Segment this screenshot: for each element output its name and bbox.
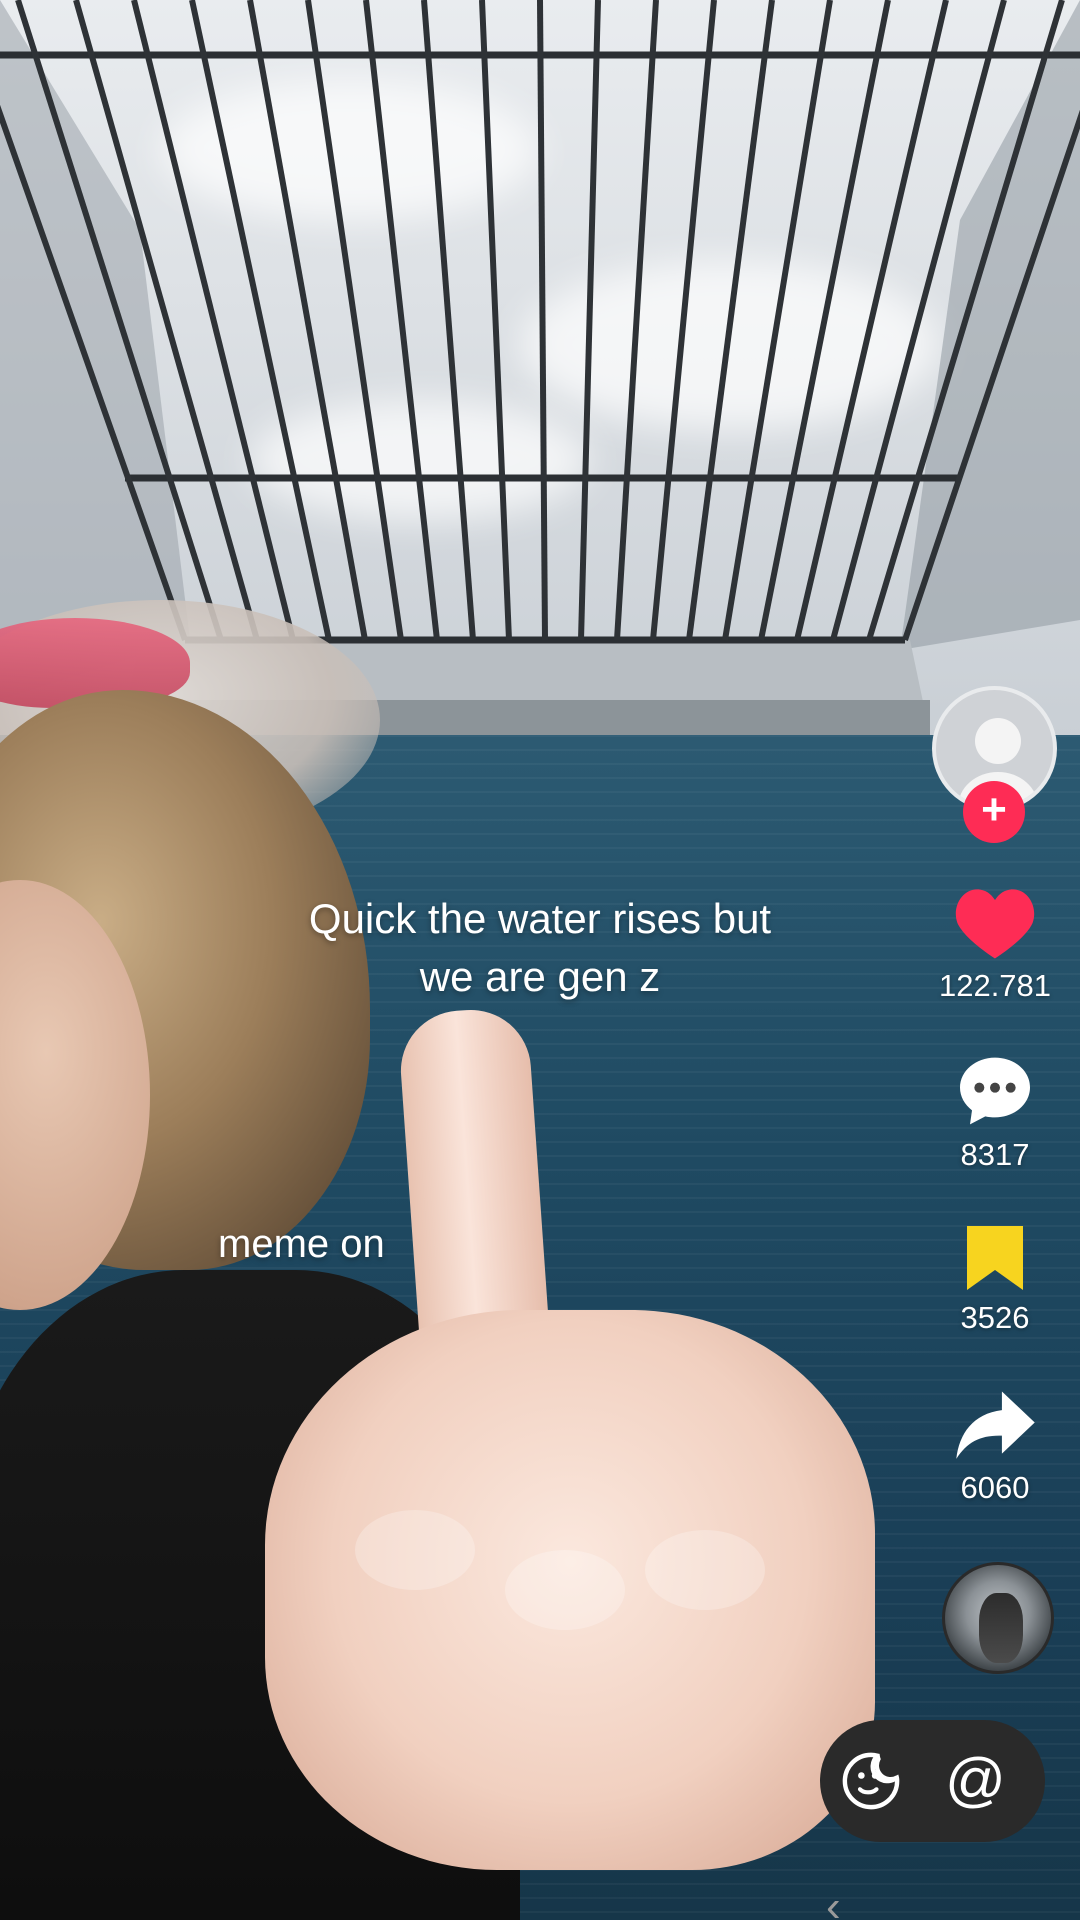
- share-count: 6060: [960, 1470, 1030, 1505]
- comment-bubble-icon: [960, 1057, 1030, 1125]
- caption-line-2: we are gen z: [419, 953, 661, 1000]
- follow-button[interactable]: +: [963, 781, 1025, 843]
- sound-disc[interactable]: [942, 1562, 1054, 1674]
- hand: [265, 1310, 875, 1870]
- share-button[interactable]: 6060: [930, 1388, 1060, 1506]
- bookmark-icon: [967, 1226, 1023, 1290]
- caption-line-1: Quick the water rises but: [308, 895, 772, 942]
- share-arrow-icon: [956, 1391, 1035, 1459]
- save-button[interactable]: 3526: [930, 1222, 1060, 1336]
- at-icon[interactable]: @: [945, 1740, 1006, 1820]
- overlay-text: meme on: [218, 1222, 385, 1266]
- comment-count: 8317: [960, 1137, 1030, 1172]
- save-count: 3526: [960, 1300, 1030, 1335]
- chevron-left-icon[interactable]: ‹: [826, 1882, 841, 1920]
- like-count: 122.781: [938, 968, 1052, 1003]
- heart-icon: [955, 889, 1035, 959]
- like-button[interactable]: 122.781: [930, 884, 1060, 1004]
- comment-button[interactable]: 8317: [930, 1051, 1060, 1173]
- emoji-sticker-icon[interactable]: [838, 1748, 904, 1814]
- video-caption: Quick the water rises but we are gen z: [0, 890, 1080, 1006]
